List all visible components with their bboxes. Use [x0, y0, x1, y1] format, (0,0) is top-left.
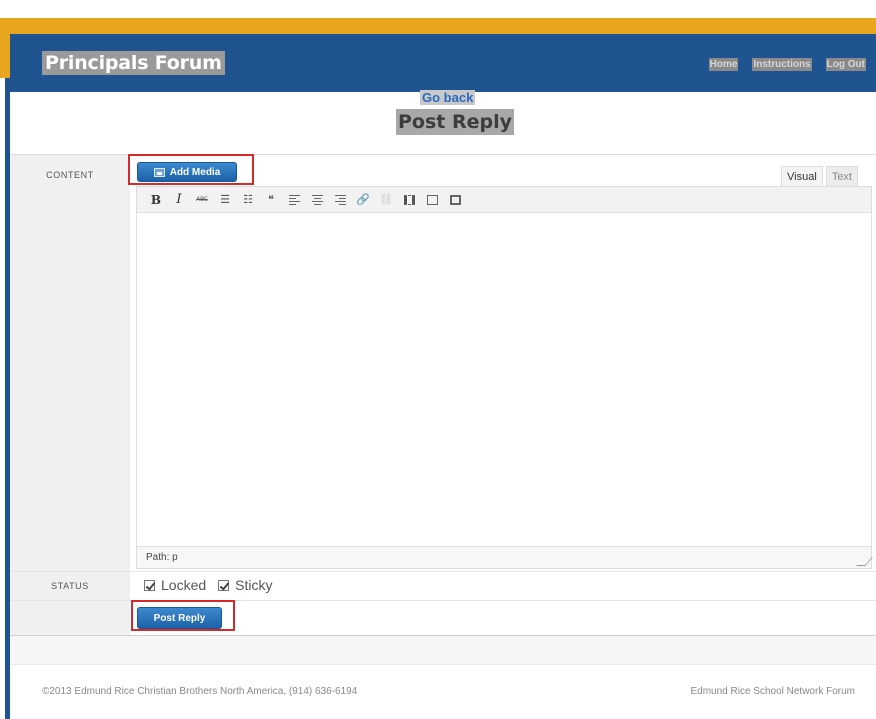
add-media-button[interactable]: Add Media: [137, 162, 237, 182]
insert-more-icon[interactable]: [402, 193, 416, 207]
footer-band: [10, 636, 876, 664]
content-label: CONTENT: [46, 170, 94, 180]
footer-site-name: Edmund Rice School Network Forum: [690, 686, 855, 697]
status-options: Locked Sticky: [144, 577, 273, 593]
top-strip: [0, 0, 876, 18]
italic-icon[interactable]: I: [172, 192, 186, 207]
status-label: STATUS: [51, 581, 89, 591]
align-center-icon[interactable]: [310, 193, 324, 207]
left-gold-accent: [0, 18, 10, 78]
tab-text[interactable]: Text: [825, 166, 858, 188]
post-reply-button[interactable]: Post Reply: [137, 607, 222, 629]
footer-separator: [10, 664, 876, 665]
locked-label: Locked: [161, 577, 207, 593]
tab-visual[interactable]: Visual: [781, 166, 823, 188]
resize-handle-icon[interactable]: [856, 557, 873, 566]
main-content: Go back Post Reply CONTENT Add Media Vis…: [10, 90, 876, 719]
nav-logout-link[interactable]: Log Out: [825, 58, 866, 71]
site-header: Principals Forum Home Instructions Log O…: [10, 34, 876, 92]
rich-text-editor: B I ABC ☰ ☷ ❝ 🔗 ⛓ Path: p: [136, 186, 873, 569]
status-divider-top: [10, 571, 876, 572]
remove-link-icon[interactable]: ⛓: [379, 193, 393, 207]
form-label-column: [10, 155, 130, 635]
site-title[interactable]: Principals Forum: [42, 51, 225, 75]
locked-checkbox[interactable]: [144, 579, 155, 591]
add-media-label: Add Media: [169, 166, 221, 178]
sticky-label: Sticky: [235, 577, 273, 593]
page-title: Post Reply: [396, 109, 514, 135]
nav-home-link[interactable]: Home: [708, 58, 739, 71]
path-text: Path: p: [146, 552, 178, 563]
sticky-checkbox[interactable]: [218, 579, 230, 591]
bulleted-list-icon[interactable]: ☰: [218, 193, 232, 207]
media-icon: [153, 167, 165, 177]
editor-content-area[interactable]: [137, 213, 871, 546]
numbered-list-icon[interactable]: ☷: [241, 193, 255, 207]
toolbar-toggle-icon[interactable]: [448, 193, 462, 207]
editor-mode-tabs: Visual Text: [781, 166, 858, 188]
footer-copyright: ©2013 Edmund Rice Christian Brothers Nor…: [42, 686, 358, 697]
gold-accent-bar: [0, 18, 876, 34]
align-right-icon[interactable]: [333, 193, 347, 207]
fullscreen-icon[interactable]: [425, 193, 439, 207]
editor-path-bar: Path: p: [137, 546, 873, 568]
go-back-link[interactable]: Go back: [420, 90, 476, 105]
blockquote-icon[interactable]: ❝: [264, 193, 278, 207]
nav-instructions-link[interactable]: Instructions: [752, 58, 812, 71]
align-left-icon[interactable]: [287, 193, 301, 207]
strikethrough-icon[interactable]: ABC: [195, 193, 209, 207]
editor-toolbar: B I ABC ☰ ☷ ❝ 🔗 ⛓: [137, 187, 871, 213]
bold-icon[interactable]: B: [149, 193, 163, 207]
insert-link-icon[interactable]: 🔗: [356, 193, 370, 207]
top-nav: Home Instructions Log Out: [708, 58, 866, 71]
